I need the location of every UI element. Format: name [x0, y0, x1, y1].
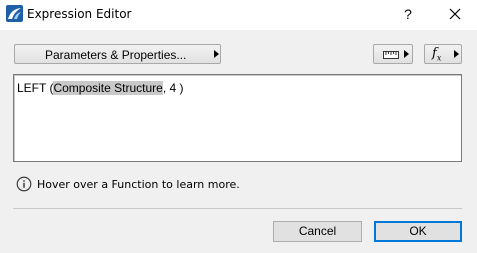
expression-textarea[interactable]: LEFT (Composite Structure, 4 )	[13, 74, 462, 162]
caret-right-icon	[214, 50, 219, 58]
selected-parameter: Composite Structure	[53, 81, 163, 95]
help-button[interactable]: ?	[398, 4, 418, 24]
app-logo-icon	[6, 5, 23, 22]
units-button[interactable]	[373, 44, 413, 64]
close-button[interactable]	[445, 4, 465, 24]
insert-function-button[interactable]: fx	[424, 44, 462, 64]
expression-text: LEFT (Composite Structure, 4 )	[17, 81, 184, 95]
caret-right-icon	[404, 50, 409, 58]
info-icon	[16, 176, 32, 192]
window-title: Expression Editor	[27, 7, 132, 21]
title-bar: Expression Editor ?	[0, 0, 477, 30]
ok-button[interactable]: OK	[374, 221, 462, 242]
info-text: Hover over a Function to learn more.	[37, 178, 240, 191]
close-icon	[449, 8, 461, 20]
parameters-properties-button[interactable]: Parameters & Properties...	[14, 44, 221, 64]
cancel-button[interactable]: Cancel	[273, 221, 362, 242]
ruler-icon	[383, 51, 399, 59]
divider	[13, 208, 462, 209]
fx-icon: fx	[432, 46, 442, 63]
caret-right-icon	[454, 50, 459, 58]
parameters-properties-label: Parameters & Properties...	[45, 48, 187, 62]
